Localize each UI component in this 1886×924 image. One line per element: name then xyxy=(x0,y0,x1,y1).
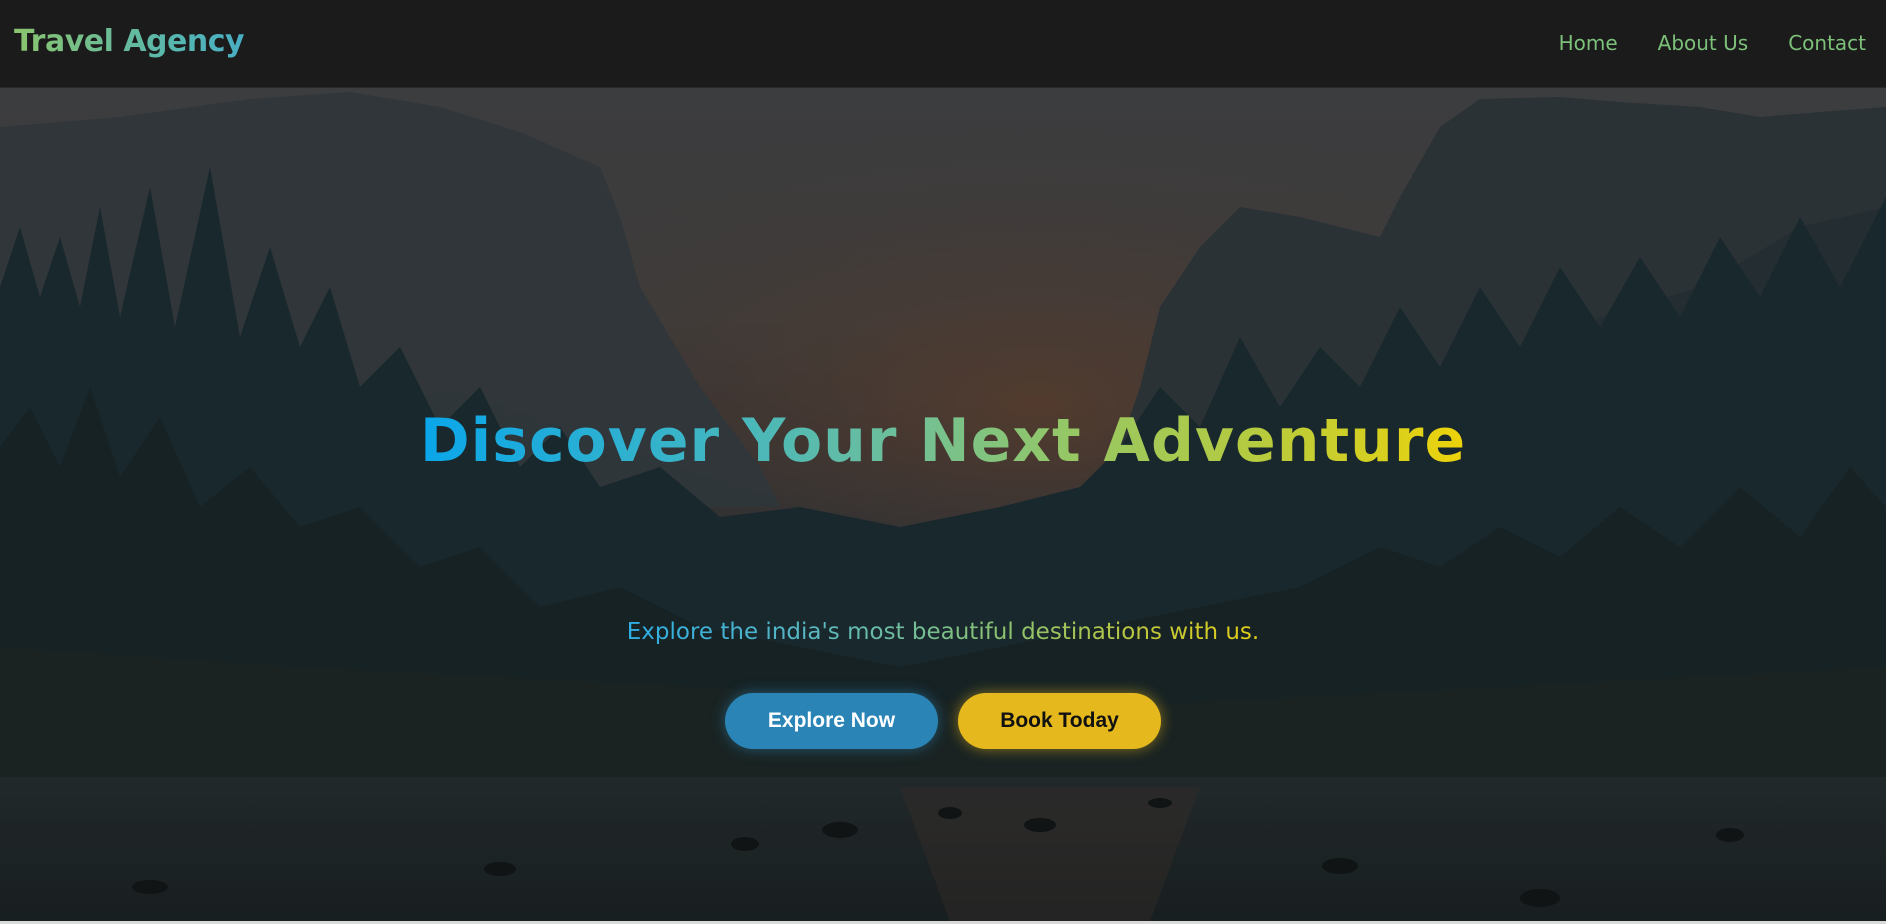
hero-buttons: Explore Now Book Today xyxy=(0,693,1886,749)
explore-now-button[interactable]: Explore Now xyxy=(725,693,938,749)
page: Travel Agency Home About Us Contact Disc… xyxy=(0,0,1886,924)
nav-links: Home About Us Contact xyxy=(1559,28,1866,58)
nav-link-contact[interactable]: Contact xyxy=(1788,28,1866,58)
navbar: Travel Agency Home About Us Contact xyxy=(0,0,1886,88)
hero-subtitle: Explore the india's most beautiful desti… xyxy=(0,615,1886,649)
hero-content: Discover Your Next Adventure Explore the… xyxy=(0,87,1886,921)
nav-link-home[interactable]: Home xyxy=(1559,28,1618,58)
book-today-button[interactable]: Book Today xyxy=(958,693,1161,749)
hero-section: Discover Your Next Adventure Explore the… xyxy=(0,87,1886,921)
brand-logo[interactable]: Travel Agency xyxy=(14,22,245,62)
nav-link-about-us[interactable]: About Us xyxy=(1658,28,1749,58)
hero-title-text: Discover Your Next Adventure xyxy=(419,406,1467,476)
hero-subtitle-text: Explore the india's most beautiful desti… xyxy=(626,619,1260,645)
hero-title: Discover Your Next Adventure xyxy=(0,405,1886,477)
